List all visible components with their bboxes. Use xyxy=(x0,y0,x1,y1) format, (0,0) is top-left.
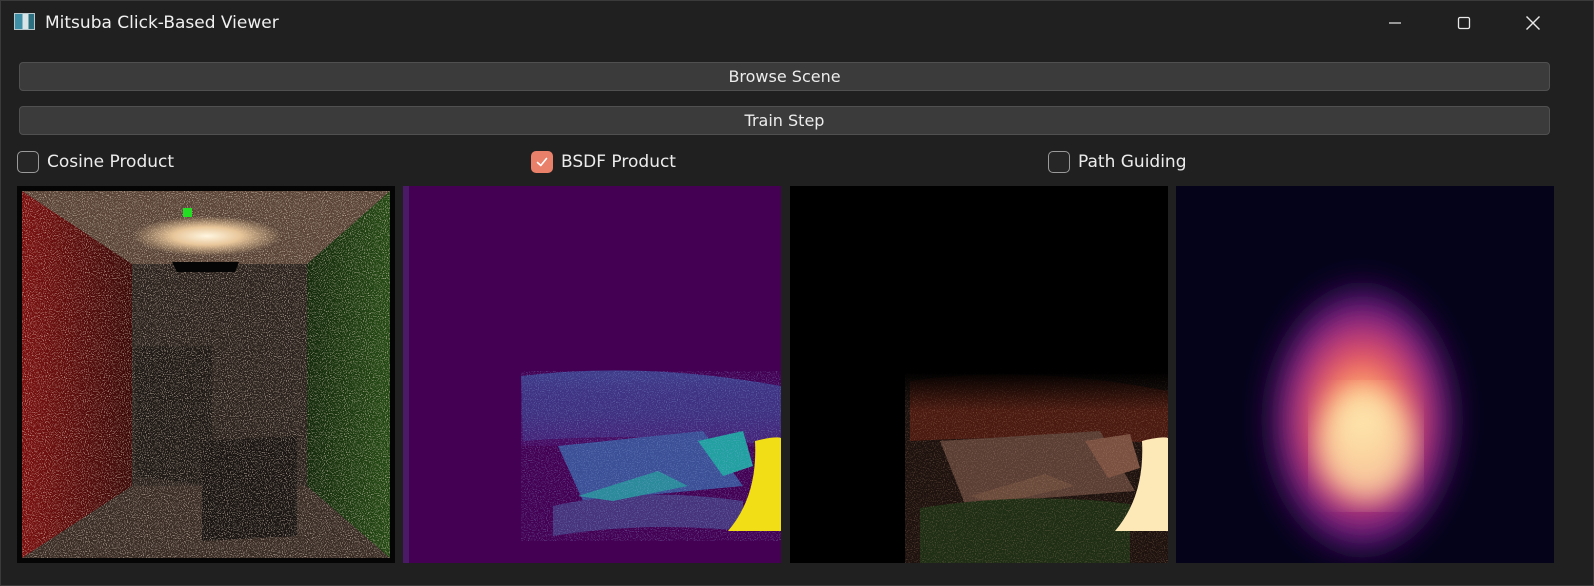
path-guiding-checkbox[interactable]: Path Guiding xyxy=(1048,150,1187,174)
checkbox-box[interactable] xyxy=(531,151,553,173)
minimize-icon xyxy=(1389,22,1401,24)
bsdf-product-view[interactable] xyxy=(403,186,781,563)
maximize-button[interactable] xyxy=(1429,1,1499,45)
train-step-button[interactable]: Train Step xyxy=(19,106,1550,135)
rendered-scene-view[interactable] xyxy=(17,186,395,563)
cosine-product-checkbox[interactable]: Cosine Product xyxy=(17,150,174,174)
checkbox-box[interactable] xyxy=(17,151,39,173)
window-title: Mitsuba Click-Based Viewer xyxy=(45,13,279,33)
incident-radiance-view[interactable] xyxy=(790,186,1168,563)
app-window-icon xyxy=(14,13,35,30)
checkbox-label: BSDF Product xyxy=(561,152,676,172)
close-icon xyxy=(1526,16,1540,30)
maximize-icon xyxy=(1457,16,1471,30)
bsdf-product-checkbox[interactable]: BSDF Product xyxy=(531,150,676,174)
checkmark-icon xyxy=(536,157,548,167)
guiding-distribution-view[interactable] xyxy=(1176,186,1554,563)
selected-pixel-marker xyxy=(183,208,192,217)
title-bar[interactable]: Mitsuba Click-Based Viewer xyxy=(1,1,1594,45)
checkbox-label: Cosine Product xyxy=(47,152,175,172)
checkbox-box[interactable] xyxy=(1048,151,1070,173)
checkbox-label: Path Guiding xyxy=(1078,152,1187,172)
minimize-button[interactable] xyxy=(1360,1,1430,45)
close-button[interactable] xyxy=(1498,1,1568,45)
app-window: Mitsuba Click-Based Viewer Browse Scene … xyxy=(0,0,1594,586)
browse-scene-button[interactable]: Browse Scene xyxy=(19,62,1550,91)
